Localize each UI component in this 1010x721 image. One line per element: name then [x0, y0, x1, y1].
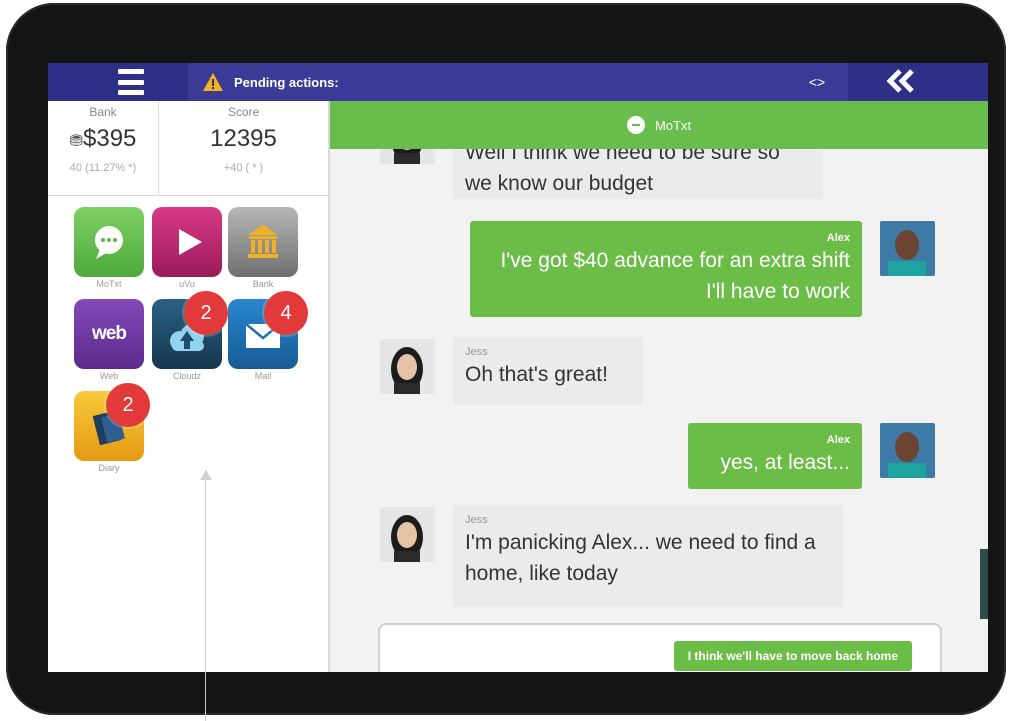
cloudz-notification-badge: 2 [184, 291, 228, 335]
app-label-mail: Mail [254, 371, 272, 381]
jess-avatar [380, 507, 435, 562]
bank-building-icon [248, 225, 278, 258]
message-incoming: Jess Oh that's great! [453, 337, 643, 405]
message-text: I've got $40 advance for an extra shift … [500, 249, 850, 303]
message-sender: Alex [826, 434, 850, 446]
bank-value: ⛃$395 [69, 125, 137, 152]
app-label-diary: Diary [98, 463, 120, 473]
bank-label: Bank [89, 105, 117, 119]
app-label-motxt: MoTxt [96, 279, 122, 289]
message-sender: Jess [465, 514, 488, 526]
web-icon: web [92, 323, 127, 344]
pending-actions-bar[interactable]: Pending actions: <> [188, 63, 848, 101]
stats-panel: Bank ⛃$395 40 (11.27% *) Score 12395 +40… [48, 101, 328, 196]
app-bank[interactable] [228, 207, 298, 277]
screen: Pending actions: <> Bank ⛃$395 40 (11.27… [48, 63, 988, 672]
alex-avatar [880, 221, 935, 276]
reply-option-button[interactable]: I think we'll have to move back home [673, 641, 912, 671]
app-web[interactable]: web [74, 299, 144, 369]
message-incoming: Jess I'm panicking Alex... we need to fi… [453, 505, 843, 607]
score-stat: Score 12395 +40 ( * ) [159, 101, 328, 195]
mail-notification-badge: 4 [264, 291, 308, 335]
message-outgoing: Alex I've got $40 advance for an extra s… [470, 221, 862, 317]
app-uvu[interactable] [152, 207, 222, 277]
message-sender: Jess [465, 346, 488, 358]
bank-stat: Bank ⛃$395 40 (11.27% *) [48, 101, 159, 195]
jess-avatar [380, 339, 435, 394]
score-change: +40 ( * ) [223, 162, 264, 174]
message-outgoing: Alex yes, at least... [688, 423, 862, 489]
message-text: I'm panicking Alex... we need to find a … [465, 531, 816, 585]
pending-toggle-button[interactable]: <> [786, 63, 848, 101]
score-value: 12395 [210, 125, 277, 152]
collapse-double-chevron-icon[interactable] [884, 67, 918, 102]
message-text: Well I think we need to be sure so we kn… [465, 141, 780, 195]
chat-window: MoTxt Well I think we need to be sure so… [330, 101, 988, 672]
app-label-web: Web [99, 371, 119, 381]
reply-options-box: I think we'll have to move back home [378, 623, 942, 672]
chat-scrollbar[interactable] [980, 549, 988, 619]
hamburger-menu-icon[interactable] [118, 69, 144, 95]
chat-header: MoTxt [330, 101, 988, 149]
pointer-arrow-icon [200, 470, 212, 480]
top-bar: Pending actions: <> [48, 63, 988, 101]
play-icon [179, 229, 202, 255]
money-bag-icon: ⛃ [69, 133, 83, 150]
warning-icon [203, 73, 223, 91]
app-motxt[interactable] [74, 207, 144, 277]
message-text: yes, at least... [720, 451, 850, 474]
diary-notification-badge: 2 [106, 383, 150, 427]
message-sender: Alex [826, 232, 850, 244]
app-label-bank: Bank [252, 279, 274, 289]
alex-avatar [880, 423, 935, 478]
left-panel: Bank ⛃$395 40 (11.27% *) Score 12395 +40… [48, 101, 330, 672]
score-label: Score [227, 105, 260, 119]
message-text: Oh that's great! [465, 363, 608, 386]
pointer-line [205, 470, 206, 721]
bank-change: 40 (11.27% *) [69, 162, 137, 174]
chat-header-title: MoTxt [654, 117, 692, 133]
motxt-logo-icon [626, 116, 645, 134]
tablet-frame: Pending actions: <> Bank ⛃$395 40 (11.27… [6, 3, 1006, 715]
chat-bubble-icon [95, 226, 123, 259]
pending-actions-label: Pending actions: [234, 74, 339, 90]
